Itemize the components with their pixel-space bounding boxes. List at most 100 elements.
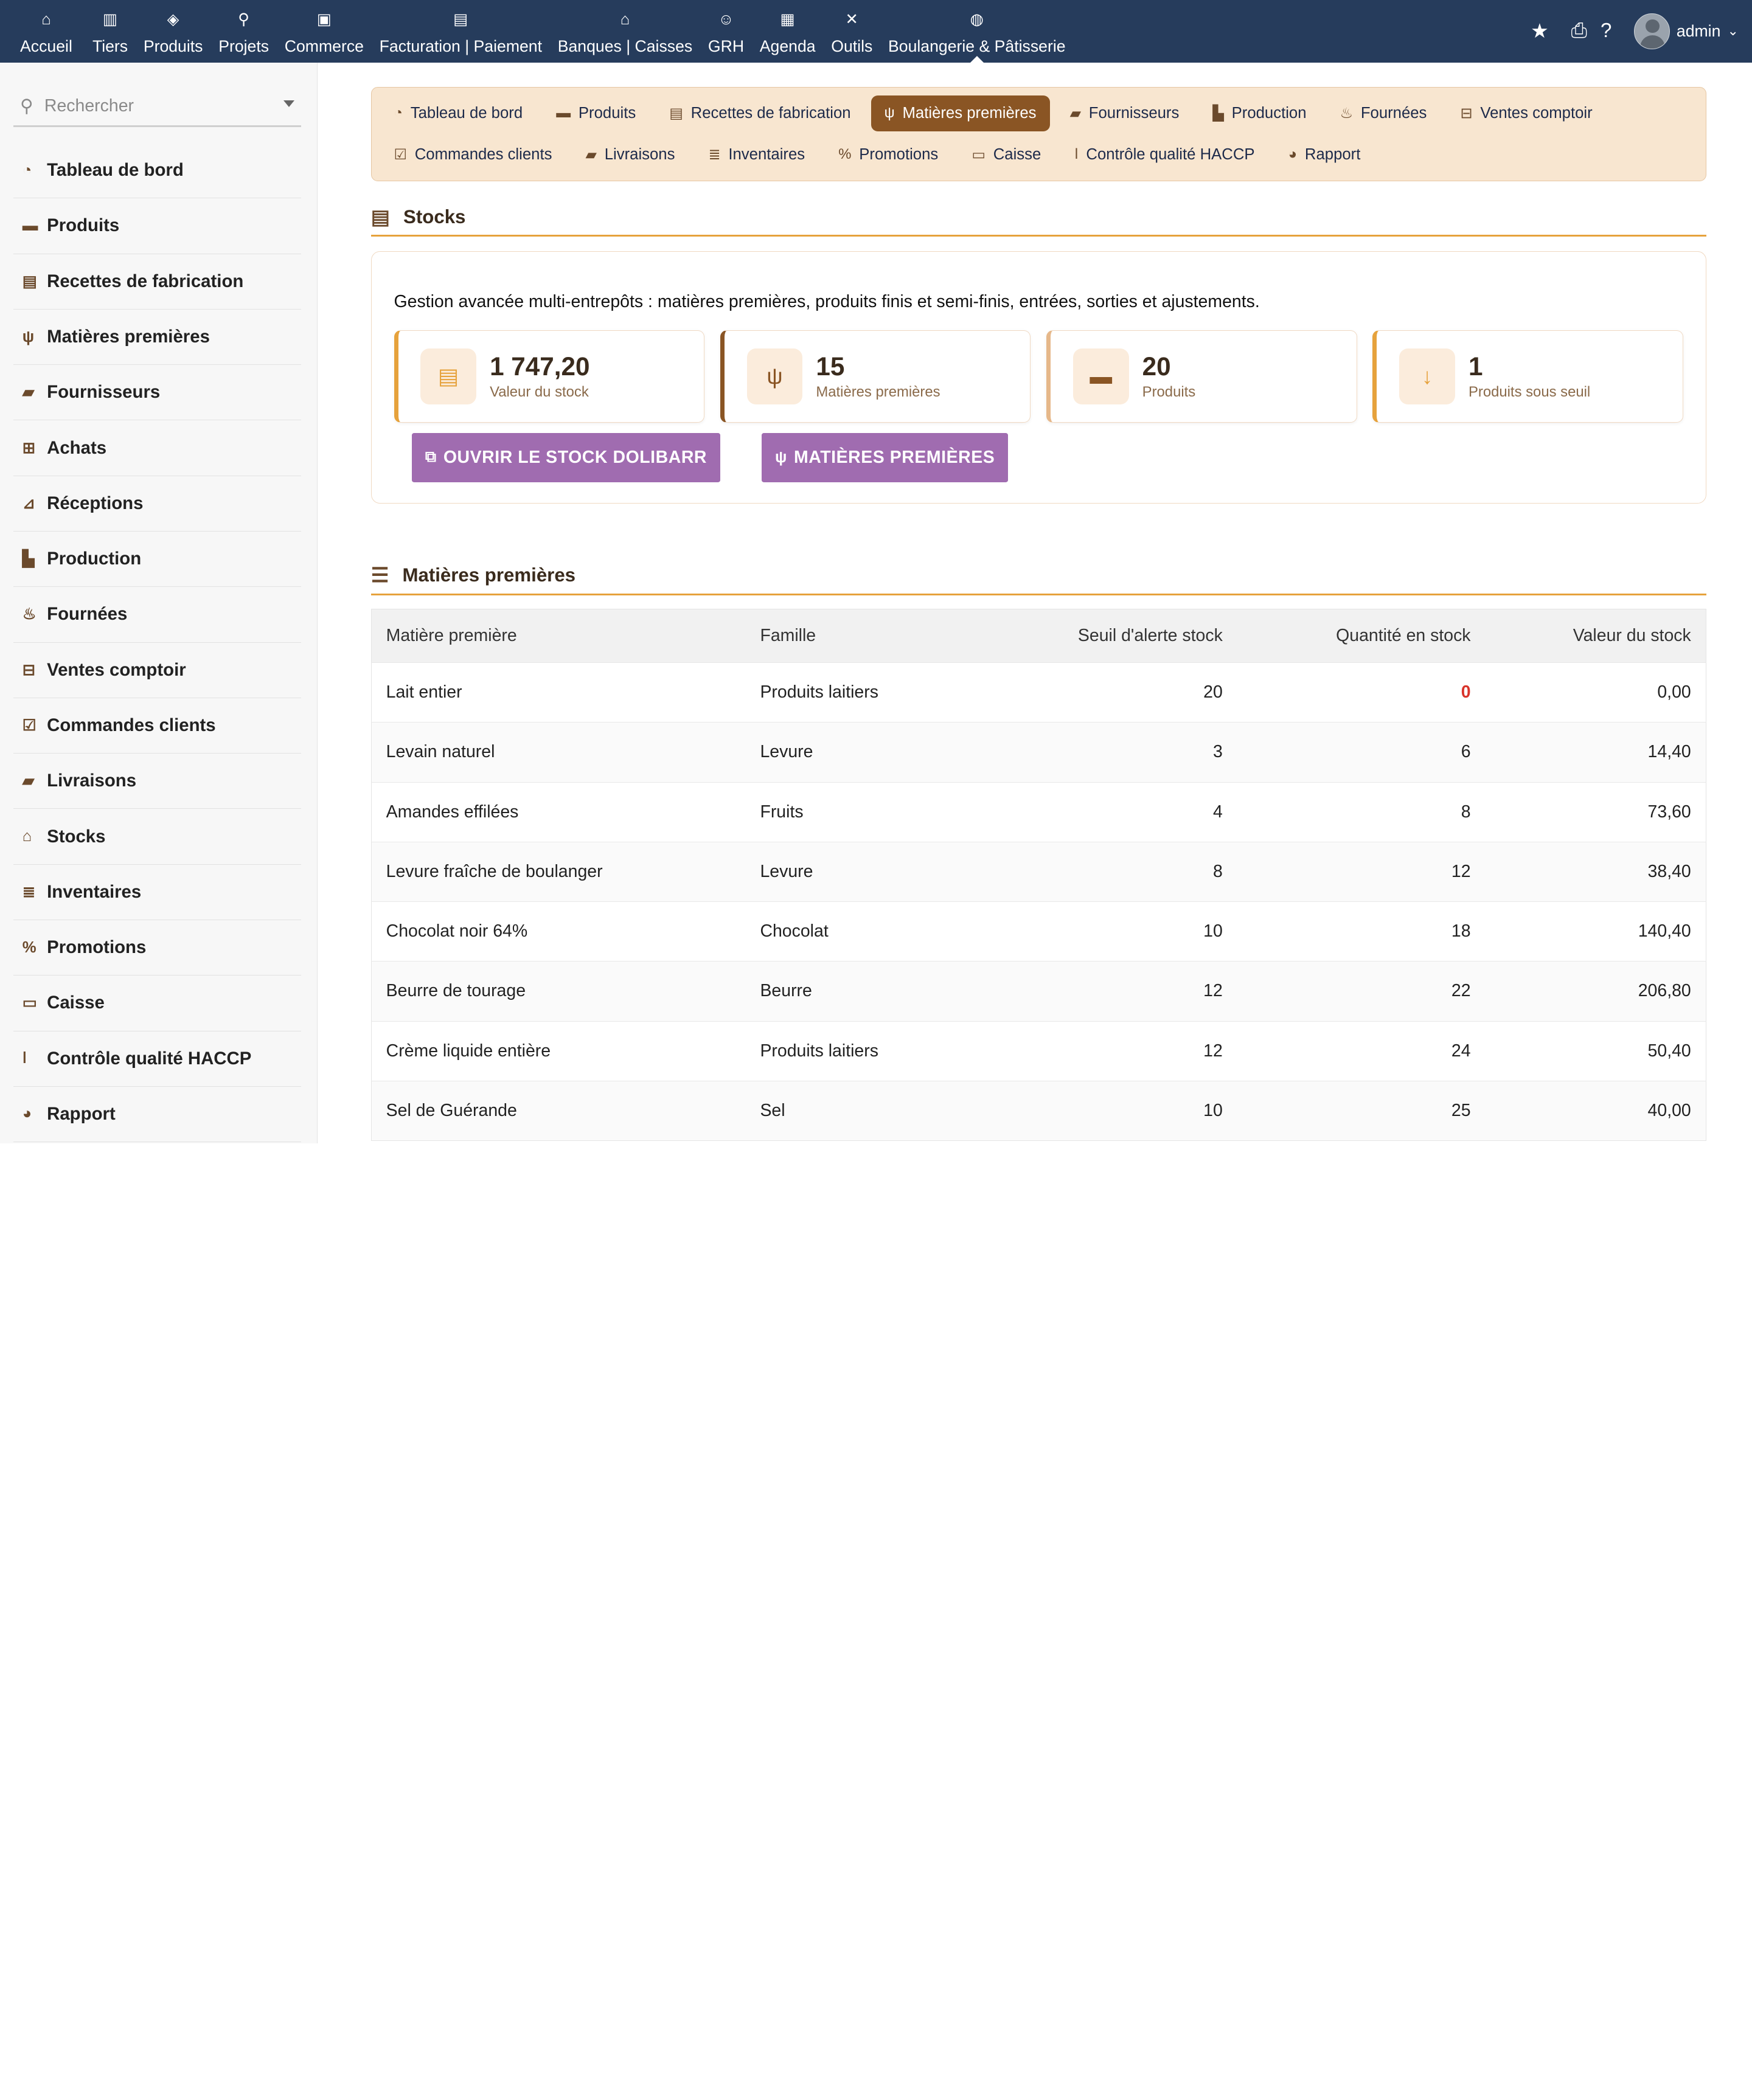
subnav-tab-label: Promotions bbox=[859, 145, 939, 163]
sidebar-item-8[interactable]: ♨ Fournées bbox=[13, 587, 301, 643]
sidebar-item-label: Tableau de bord bbox=[47, 160, 184, 181]
topmenu-item-6[interactable]: ⌂ Banques | Caisses bbox=[550, 0, 700, 63]
subnav-tab-8[interactable]: ☑ Commandes clients bbox=[380, 137, 565, 173]
sidebar-item-15[interactable]: ▭ Caisse bbox=[13, 975, 301, 1031]
sidebar-item-2[interactable]: ▤ Recettes de fabrication bbox=[13, 254, 301, 310]
print-icon[interactable]: ⎙ bbox=[1571, 19, 1587, 43]
fire-icon: ♨ bbox=[22, 606, 36, 623]
table-row[interactable]: Sel de Guérande Sel 10 25 40,00 bbox=[371, 1080, 1706, 1141]
search-input[interactable]: Rechercher bbox=[44, 96, 134, 116]
subnav-tab-14[interactable]: ◕ Rapport bbox=[1275, 137, 1374, 173]
sidebar-item-10[interactable]: ☑ Commandes clients bbox=[13, 698, 301, 754]
col-header-family[interactable]: Famille bbox=[746, 609, 992, 662]
sidebar-item-16[interactable]: ǀ Contrôle qualité HACCP bbox=[13, 1031, 301, 1087]
subnav-tab-11[interactable]: % Promotions bbox=[825, 137, 951, 173]
topmenu-item-4[interactable]: ▣ Commerce bbox=[277, 0, 372, 63]
topmenu-item-10[interactable]: ◍ Boulangerie & Pâtisserie bbox=[880, 0, 1073, 63]
topmenu-item-7[interactable]: ☺ GRH bbox=[700, 0, 752, 63]
topmenu-label: Accueil bbox=[20, 36, 72, 55]
topmenu-item-3[interactable]: ⚲ Projets bbox=[210, 0, 277, 63]
sidebar-item-11[interactable]: ▰ Livraisons bbox=[13, 754, 301, 809]
subnav-tab-12[interactable]: ▭ Caisse bbox=[958, 137, 1054, 173]
cell-qty: 0 bbox=[1237, 662, 1486, 723]
dropdown-arrow-icon[interactable] bbox=[283, 100, 294, 108]
subnav-tab-7[interactable]: ⊟ Ventes comptoir bbox=[1447, 95, 1605, 131]
seedling-icon: ψ bbox=[884, 105, 895, 122]
table-row[interactable]: Amandes effilées Fruits 4 8 73,60 bbox=[371, 781, 1706, 842]
sidebar-item-label: Fournées bbox=[47, 604, 128, 625]
col-header-value[interactable]: Valeur du stock bbox=[1485, 609, 1706, 662]
raw-materials-button[interactable]: ψ MATIÈRES PREMIÈRES bbox=[762, 432, 1009, 482]
money-icon: ▭ bbox=[972, 146, 985, 163]
col-header-qty[interactable]: Quantité en stock bbox=[1237, 609, 1486, 662]
sidebar-item-label: Commandes clients bbox=[47, 715, 216, 736]
sidebar-item-7[interactable]: ▙ Production bbox=[13, 532, 301, 587]
stocks-title: Stocks bbox=[403, 206, 466, 227]
cell-name[interactable]: Crème liquide entière bbox=[371, 1021, 746, 1081]
subnav-tab-0[interactable]: ◔ Tableau de bord bbox=[380, 95, 536, 131]
sidebar-item-3[interactable]: ψ Matières premières bbox=[13, 310, 301, 366]
table-row[interactable]: Levain naturel Levure 3 6 14,40 bbox=[371, 722, 1706, 783]
subnav-tab-label: Fournisseurs bbox=[1088, 104, 1180, 122]
subnav-tab-13[interactable]: ǀ Contrôle qualité HACCP bbox=[1061, 137, 1268, 173]
subnav-tab-1[interactable]: ▬ Produits bbox=[543, 95, 649, 131]
cell-family: Fruits bbox=[745, 781, 992, 842]
sidebar-item-1[interactable]: ▬ Produits bbox=[13, 198, 301, 254]
subnav-tab-6[interactable]: ♨ Fournées bbox=[1327, 95, 1441, 131]
topmenu-item-5[interactable]: ▤ Facturation | Paiement bbox=[372, 0, 550, 63]
avatar[interactable] bbox=[1634, 13, 1670, 49]
sidebar-item-9[interactable]: ⊟ Ventes comptoir bbox=[13, 643, 301, 698]
cell-name[interactable]: Beurre de tourage bbox=[371, 961, 746, 1022]
topmenu-item-2[interactable]: ◈ Produits bbox=[136, 0, 210, 63]
open-stock-button[interactable]: ⧉ OUVRIR LE STOCK DOLIBARR bbox=[411, 432, 721, 482]
topmenu-item-9[interactable]: ✕ Outils bbox=[823, 0, 880, 63]
subnav-tab-3[interactable]: ψ Matières premières bbox=[871, 95, 1050, 131]
topmenu-item-1[interactable]: ▥ Tiers bbox=[85, 0, 136, 63]
cell-name[interactable]: Amandes effilées bbox=[371, 781, 746, 842]
chevron-down-icon[interactable]: ⌄ bbox=[1727, 23, 1738, 39]
sidebar-item-4[interactable]: ▰ Fournisseurs bbox=[13, 365, 301, 421]
sidebar-item-label: Caisse bbox=[47, 993, 105, 1013]
subnav-tab-9[interactable]: ▰ Livraisons bbox=[572, 137, 689, 173]
project-icon: ⚲ bbox=[238, 11, 250, 29]
help-icon[interactable]: ? bbox=[1601, 19, 1611, 43]
fire-icon: ♨ bbox=[1340, 105, 1353, 122]
cell-name[interactable]: Lait entier bbox=[371, 662, 746, 723]
cell-family: Levure bbox=[745, 722, 992, 783]
search-box[interactable]: ⚲ Rechercher bbox=[13, 87, 301, 128]
cell-name[interactable]: Chocolat noir 64% bbox=[371, 901, 746, 962]
subnav-tab-2[interactable]: ▤ Recettes de fabrication bbox=[656, 95, 864, 131]
sidebar-item-17[interactable]: ◕ Rapport bbox=[13, 1087, 301, 1143]
calendar-icon: ▦ bbox=[780, 11, 795, 29]
cell-value: 14,40 bbox=[1485, 722, 1706, 783]
cell-name[interactable]: Levain naturel bbox=[371, 722, 746, 783]
topmenu-item-8[interactable]: ▦ Agenda bbox=[752, 0, 823, 63]
col-header-threshold[interactable]: Seuil d'alerte stock bbox=[992, 609, 1237, 662]
sidebar-item-5[interactable]: ⊞ Achats bbox=[13, 420, 301, 476]
cell-name[interactable]: Sel de Guérande bbox=[371, 1080, 746, 1141]
cell-name[interactable]: Levure fraîche de boulanger bbox=[371, 841, 746, 902]
sidebar: ⚲ Rechercher ◔ Tableau de bord ▬ Produits ▤ R… bbox=[0, 62, 318, 1144]
chart-pie-icon: ◕ bbox=[1288, 146, 1298, 163]
sidebar-item-label: Fournisseurs bbox=[47, 382, 161, 403]
cell-family: Beurre bbox=[745, 961, 992, 1022]
sidebar-item-0[interactable]: ◔ Tableau de bord bbox=[13, 143, 301, 199]
table-row[interactable]: Levure fraîche de boulanger Levure 8 12 38,4… bbox=[371, 841, 1706, 902]
sidebar-item-12[interactable]: ⌂ Stocks bbox=[13, 809, 301, 865]
col-header-name[interactable]: Matière première bbox=[371, 609, 745, 662]
table-row[interactable]: Lait entier Produits laitiers 20 0 0,00 bbox=[371, 662, 1706, 723]
subnav-tab-4[interactable]: ▰ Fournisseurs bbox=[1057, 95, 1193, 131]
subnav-tab-5[interactable]: ▙ Production bbox=[1199, 95, 1319, 131]
table-row[interactable]: Chocolat noir 64% Chocolat 10 18 140,40 bbox=[371, 901, 1706, 962]
table-row[interactable]: Beurre de tourage Beurre 12 22 206,80 bbox=[371, 961, 1706, 1022]
subnav-tab-10[interactable]: ≣ Inventaires bbox=[695, 137, 819, 173]
table-row[interactable]: Crème liquide entière Produits laitiers 12… bbox=[371, 1021, 1706, 1081]
user-name[interactable]: admin bbox=[1677, 22, 1721, 41]
cell-qty: 22 bbox=[1237, 961, 1486, 1022]
dashboard-icon: ◔ bbox=[22, 161, 32, 179]
sidebar-item-6[interactable]: ⊿ Réceptions bbox=[13, 476, 301, 532]
sidebar-item-13[interactable]: ≣ Inventaires bbox=[13, 865, 301, 920]
star-icon[interactable]: ★ bbox=[1531, 19, 1549, 43]
topmenu-item-0[interactable]: ⌂ Accueil bbox=[0, 0, 85, 63]
sidebar-item-14[interactable]: % Promotions bbox=[13, 920, 301, 976]
